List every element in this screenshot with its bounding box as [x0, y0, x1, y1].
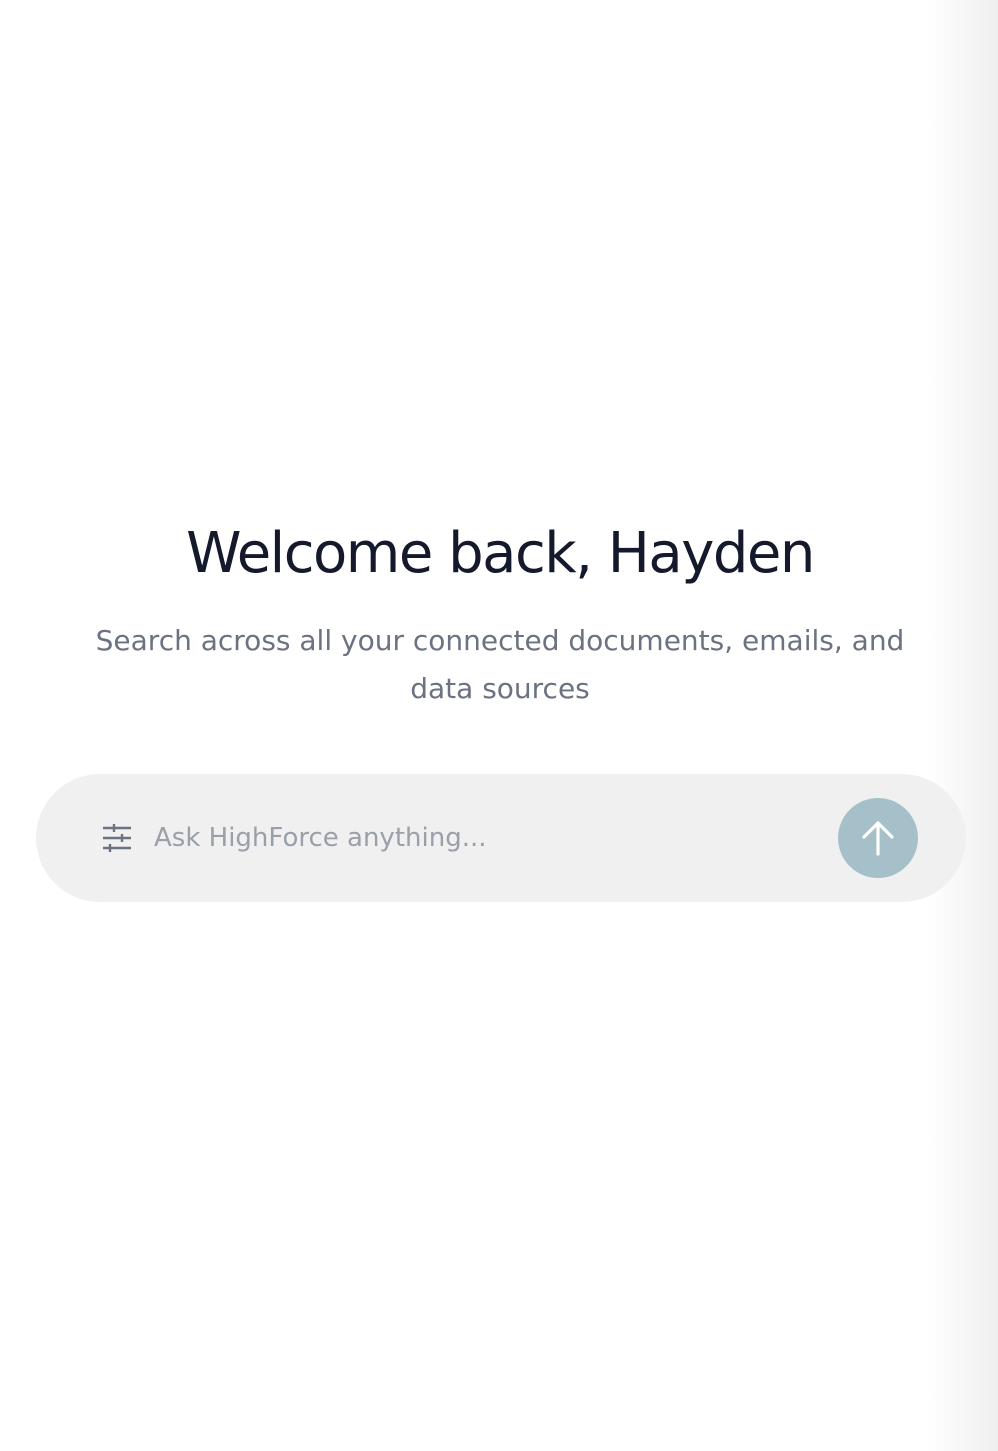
page-subtitle: Search across all your connected documen… [95, 624, 905, 705]
search-input[interactable] [154, 813, 814, 863]
right-edge-shadow [926, 0, 998, 1451]
page-title: Welcome back, Hayden [186, 521, 815, 586]
arrow-up-icon [862, 821, 894, 856]
sliders-icon[interactable] [102, 824, 132, 852]
search-bar [36, 774, 966, 902]
send-button[interactable] [838, 798, 918, 878]
